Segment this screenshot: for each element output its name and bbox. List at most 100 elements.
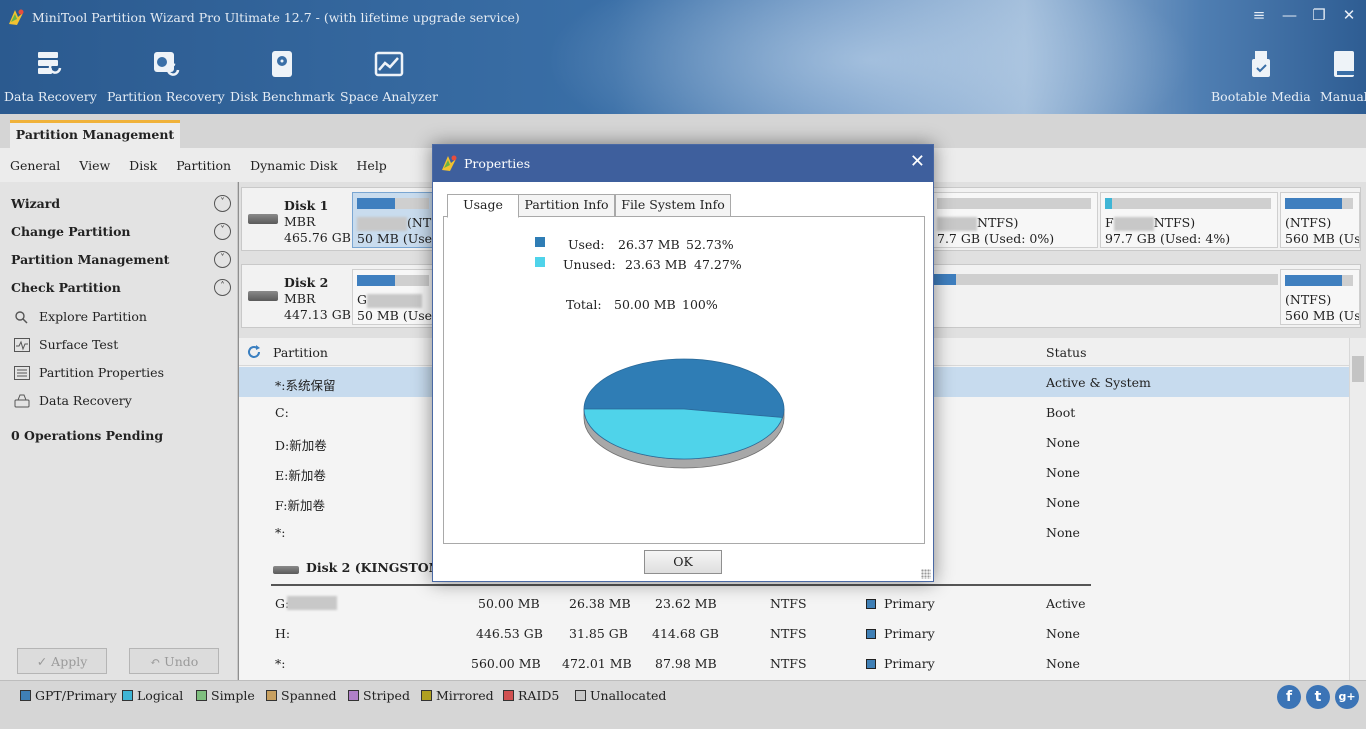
sidebar-section-check-partition[interactable]: Check Partition <box>11 280 121 295</box>
restore-icon[interactable]: ❐ <box>1312 6 1326 24</box>
disk-name: Disk 2 <box>284 275 329 290</box>
usage-bar <box>937 198 1091 209</box>
sidebar-item-partition-properties[interactable]: Partition Properties <box>14 365 164 380</box>
sidebar-section-change-partition[interactable]: Change Partition <box>11 224 131 239</box>
app-logo-icon <box>442 155 457 171</box>
partition-block[interactable]: NTFS) 7.7 GB (Used: 0%) <box>932 192 1098 248</box>
partition-fs: (NTFS) <box>1285 215 1332 230</box>
manual-label: Manual <box>1320 89 1366 104</box>
apply-button[interactable]: ✓ Apply <box>17 648 107 674</box>
usb-drive-icon <box>1251 51 1270 77</box>
table-row[interactable]: G: 50.00 MB 26.38 MB 23.62 MB NTFS Prima… <box>239 588 1349 618</box>
google-plus-icon[interactable]: g+ <box>1335 685 1359 709</box>
manual-button[interactable]: Manual <box>1320 48 1366 104</box>
partition-label: F <box>1105 215 1114 230</box>
color-swatch <box>196 690 207 701</box>
menu-disk[interactable]: Disk <box>129 158 157 173</box>
legend-striped: Striped <box>348 688 410 703</box>
partition-status: None <box>1046 495 1080 510</box>
undo-button[interactable]: ↶ Undo <box>129 648 219 674</box>
facebook-icon[interactable]: f <box>1277 685 1301 709</box>
sidebar-section-wizard[interactable]: Wizard <box>11 196 60 211</box>
usage-bar <box>1105 198 1271 209</box>
menu-help[interactable]: Help <box>357 158 387 173</box>
waveform-icon <box>14 337 30 352</box>
partition-status: None <box>1046 626 1080 641</box>
twitter-icon[interactable]: t <box>1306 685 1330 709</box>
partition-detail: 560 MB (Use <box>1285 308 1360 323</box>
close-window-icon[interactable]: ✕ <box>1342 6 1356 24</box>
header-decoration <box>520 0 1220 114</box>
chevron-down-icon[interactable]: ˅ <box>214 195 231 212</box>
legend-unallocated: Unallocated <box>575 688 666 703</box>
menu-partition[interactable]: Partition <box>176 158 231 173</box>
table-row[interactable]: *: 560.00 MB 472.01 MB 87.98 MB NTFS Pri… <box>239 648 1349 678</box>
menu-dynamic-disk[interactable]: Dynamic Disk <box>250 158 337 173</box>
capacity: 50.00 MB <box>478 596 540 611</box>
legend-raid5: RAID5 <box>503 688 559 703</box>
unused-label: Unused: <box>563 257 616 272</box>
hard-disk-icon <box>248 214 278 224</box>
chevron-up-icon[interactable]: ˄ <box>214 279 231 296</box>
menu-general[interactable]: General <box>10 158 60 173</box>
partition-block[interactable]: (NTFS) 560 MB (Use <box>1280 192 1360 248</box>
menu-view[interactable]: View <box>79 158 110 173</box>
sidebar-item-surface-test[interactable]: Surface Test <box>14 337 118 352</box>
column-status[interactable]: Status <box>1046 345 1087 360</box>
usage-bar <box>357 198 429 209</box>
disk-benchmark-label: Disk Benchmark <box>230 89 335 104</box>
disk-benchmark-button[interactable]: Disk Benchmark <box>230 48 335 104</box>
space-analyzer-icon <box>374 51 404 77</box>
scrollbar-thumb[interactable] <box>1352 356 1364 382</box>
dialog-title-bar: Properties ✕ <box>433 145 933 182</box>
refresh-icon[interactable] <box>246 344 262 360</box>
hard-disk-icon <box>273 566 299 574</box>
space-analyzer-button[interactable]: Space Analyzer <box>340 48 438 104</box>
tab-file-system-info[interactable]: File System Info <box>615 194 731 217</box>
used-percent: 52.73% <box>686 237 734 252</box>
partition-block[interactable]: (NTFS) 560 MB (Use <box>1280 269 1360 325</box>
partition-recovery-label: Partition Recovery <box>107 89 225 104</box>
resize-grip-icon[interactable] <box>921 569 931 579</box>
partition-status: Boot <box>1046 405 1076 420</box>
usage-bar <box>1285 275 1353 286</box>
partition-block[interactable] <box>932 269 1278 325</box>
bootable-media-button[interactable]: Bootable Media <box>1211 48 1311 104</box>
partition-name: *: <box>275 525 286 540</box>
total-percent: 100% <box>682 297 718 312</box>
used: 472.01 MB <box>562 656 632 671</box>
disk-size: 465.76 GB <box>284 230 351 245</box>
sidebar-item-explore-partition[interactable]: Explore Partition <box>14 309 147 324</box>
partition-block[interactable]: (NT 50 MB (Used <box>352 192 436 248</box>
chevron-down-icon[interactable]: ˅ <box>214 223 231 240</box>
partition-detail: 97.7 GB (Used: 4%) <box>1105 231 1231 246</box>
tab-usage[interactable]: Usage <box>447 194 519 218</box>
unused: 87.98 MB <box>655 656 717 671</box>
tab-partition-management[interactable]: Partition Management <box>10 120 180 148</box>
legend-logical: Logical <box>122 688 183 703</box>
color-swatch <box>266 690 277 701</box>
minimize-icon[interactable]: — <box>1282 6 1297 24</box>
used-label: Used: <box>568 237 605 252</box>
menu-icon[interactable]: ≡ <box>1252 6 1266 24</box>
data-recovery-button[interactable]: Data Recovery <box>4 48 97 104</box>
sidebar-item-label: Surface Test <box>39 337 119 352</box>
window-title: MiniTool Partition Wizard Pro Ultimate 1… <box>32 9 520 25</box>
column-partition[interactable]: Partition <box>273 345 328 360</box>
partition-block[interactable]: F NTFS) 97.7 GB (Used: 4%) <box>1100 192 1278 248</box>
sidebar-section-partition-management[interactable]: Partition Management <box>11 252 169 267</box>
sidebar-item-data-recovery[interactable]: Data Recovery <box>14 393 132 408</box>
chevron-down-icon[interactable]: ˅ <box>214 251 231 268</box>
disk-size: 447.13 GB <box>284 307 351 322</box>
table-row[interactable]: H: 446.53 GB 31.85 GB 414.68 GB NTFS Pri… <box>239 618 1349 648</box>
ok-button[interactable]: OK <box>644 550 722 574</box>
close-icon[interactable]: ✕ <box>910 151 925 172</box>
book-icon <box>1333 51 1354 77</box>
vertical-scrollbar[interactable] <box>1349 338 1366 680</box>
partition-block[interactable]: G 50 MB (Used <box>352 269 436 325</box>
partition-recovery-button[interactable]: Partition Recovery <box>107 48 225 104</box>
tab-partition-info[interactable]: Partition Info <box>518 194 615 217</box>
total-label: Total: <box>566 297 602 312</box>
usage-pie-chart <box>583 358 785 469</box>
used-swatch <box>535 237 545 247</box>
